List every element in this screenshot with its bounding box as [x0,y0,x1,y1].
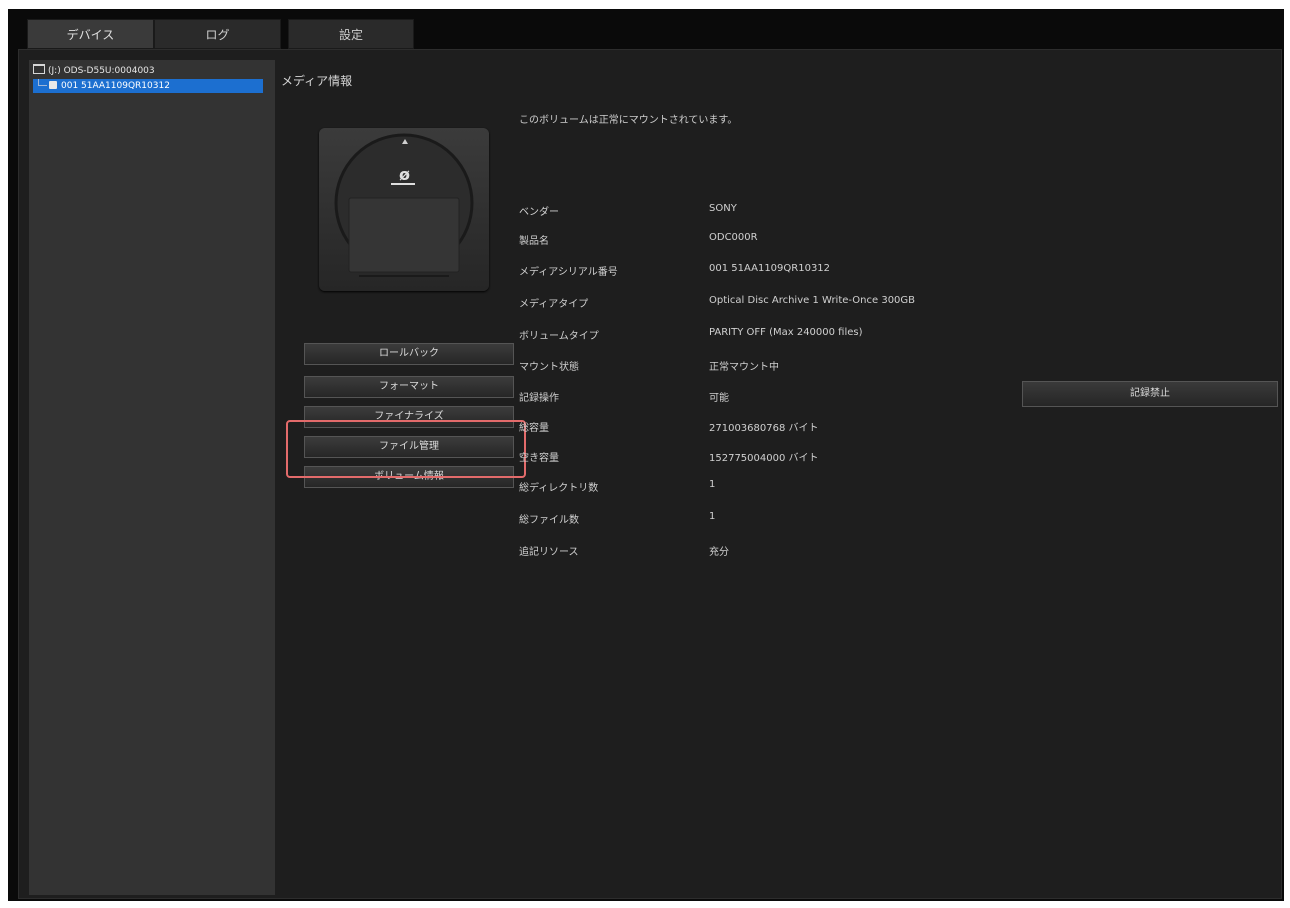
section-title: メディア情報 [281,74,353,88]
volume-info-button[interactable]: ボリューム情報 [304,466,514,488]
info-label-total-capacity: 総容量 [519,423,549,434]
info-value-record-op: 可能 [709,393,729,404]
info-value-append-resource: 充分 [709,547,729,558]
svg-text:ø: ø [399,165,410,184]
info-value-file-count: 1 [709,511,716,522]
disc-cartridge-icon: ø [334,133,474,277]
finalize-button[interactable]: ファイナライズ [304,406,514,428]
tab-log[interactable]: ログ [154,19,281,49]
info-value-serial: 001 51AA1109QR10312 [709,263,831,274]
info-value-free-space: 152775004000 バイト [709,453,819,464]
info-value-media-type: Optical Disc Archive 1 Write-Once 300GB [709,295,916,306]
tree-device-label: (J:) ODS-D55U:0004003 [48,66,155,76]
tab-settings[interactable]: 設定 [288,19,414,49]
info-label-mount-state: マウント状態 [519,362,579,373]
app-window: デバイス ログ 設定 (J:) ODS-D55U:0004003 001 51A… [8,9,1284,901]
info-label-dir-count: 総ディレクトリ数 [519,483,599,494]
file-manage-button[interactable]: ファイル管理 [304,436,514,458]
info-label-media-type: メディアタイプ [519,299,589,310]
status-message: このボリュームは正常にマウントされています。 [519,115,738,126]
info-label-append-resource: 追記リソース [519,547,579,558]
tree-item-device[interactable]: (J:) ODS-D55U:0004003 [33,64,155,78]
info-label-product: 製品名 [519,236,549,247]
info-label-free-space: 空き容量 [519,453,559,464]
tree-item-media[interactable]: 001 51AA1109QR10312 [33,79,263,93]
info-label-serial: メディアシリアル番号 [519,267,618,278]
info-label-file-count: 総ファイル数 [519,515,579,526]
device-tree: (J:) ODS-D55U:0004003 001 51AA1109QR1031… [29,60,275,895]
info-label-record-op: 記録操作 [519,393,559,404]
info-label-volume-type: ボリュームタイプ [519,331,599,342]
tree-connector-icon [38,79,47,86]
disc-icon [49,81,57,89]
info-label-vendor: ベンダー [519,207,559,218]
drive-icon [33,64,45,74]
tab-devices[interactable]: デバイス [27,19,154,49]
info-value-vendor: SONY [709,203,737,214]
info-value-volume-type: PARITY OFF (Max 240000 files) [709,327,863,338]
info-value-total-capacity: 271003680768 バイト [709,423,819,434]
info-value-product: ODC000R [709,232,758,243]
info-value-dir-count: 1 [709,479,716,490]
disc-cartridge-image: ø [319,128,489,291]
tree-media-label: 001 51AA1109QR10312 [61,81,170,91]
record-stop-button[interactable]: 記録禁止 [1022,381,1278,407]
rollback-button[interactable]: ロールバック [304,343,514,365]
info-value-mount-state: 正常マウント中 [709,362,779,373]
format-button[interactable]: フォーマット [304,376,514,398]
main-panel: (J:) ODS-D55U:0004003 001 51AA1109QR1031… [18,49,1282,899]
